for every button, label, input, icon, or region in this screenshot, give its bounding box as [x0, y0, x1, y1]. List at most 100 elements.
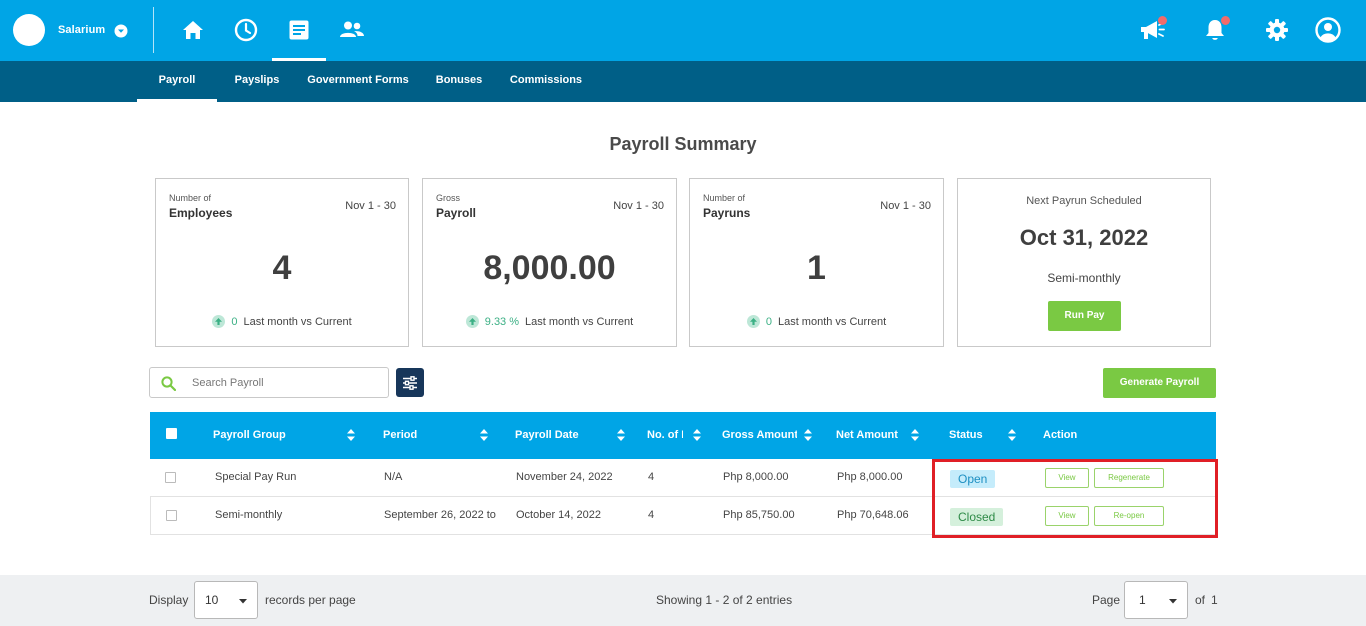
- highlight-annotation: [932, 459, 1218, 538]
- search-input[interactable]: [192, 375, 382, 391]
- sort-icon[interactable]: [616, 428, 626, 442]
- tab-bonuses[interactable]: Bonuses: [428, 61, 490, 102]
- sort-icon[interactable]: [803, 428, 813, 442]
- company-name[interactable]: Salarium: [58, 24, 105, 36]
- display-label: Display: [149, 593, 189, 607]
- card-date-range: Nov 1 - 30: [880, 200, 931, 212]
- cell-gross-amount: Php 85,750.00: [723, 509, 795, 521]
- card-value: 8,000.00: [483, 249, 616, 287]
- row-checkbox[interactable]: [166, 510, 177, 521]
- total-pages: 1: [1211, 593, 1218, 607]
- column-payroll-group[interactable]: Payroll Group: [213, 412, 333, 459]
- cell-period: September 26, 2022 to: [384, 509, 496, 521]
- of-label: of: [1195, 593, 1206, 607]
- sort-icon[interactable]: [910, 428, 920, 442]
- card-change: 0 Last month vs Current: [690, 315, 943, 328]
- gear-icon[interactable]: [1263, 16, 1291, 44]
- run-pay-button[interactable]: Run Pay: [1048, 301, 1121, 331]
- card-change-value: 0: [231, 315, 238, 328]
- card-change-text: Last month vs Current: [525, 315, 634, 328]
- cell-net-amount: Php 8,000.00: [837, 471, 903, 483]
- card-small-label: Number of: [703, 193, 746, 203]
- cell-gross-amount: Php 8,000.00: [723, 471, 789, 483]
- card-change: 0 Last month vs Current: [156, 315, 408, 328]
- card-label: Payruns: [703, 206, 751, 220]
- row-checkbox[interactable]: [165, 472, 176, 483]
- card-change-value: 9.33 %: [484, 315, 520, 328]
- tab-payroll[interactable]: Payroll: [137, 61, 217, 102]
- filter-button[interactable]: [396, 368, 424, 397]
- chevron-down-icon[interactable]: [114, 24, 128, 38]
- search-box: [149, 367, 389, 398]
- card-change-text: Last month vs Current: [243, 315, 352, 328]
- next-payrun-frequency: Semi-monthly: [1047, 271, 1121, 285]
- page-title: Payroll Summary: [609, 134, 757, 154]
- card-label: Payroll: [436, 206, 477, 220]
- entries-summary: Showing 1 - 2 of 2 entries: [656, 593, 793, 607]
- card-small-label: Gross: [436, 193, 461, 203]
- column-status[interactable]: Status: [949, 412, 999, 459]
- cell-payroll-group: Special Pay Run: [215, 471, 297, 483]
- column-gross-amount[interactable]: Gross Amount: [722, 412, 797, 459]
- table-header: Payroll Group Period Payroll Date No. of…: [150, 412, 1216, 459]
- cell-employee-count: 4: [648, 471, 655, 483]
- card-change-value: 0: [765, 315, 772, 328]
- user-icon[interactable]: [1314, 16, 1342, 44]
- page-select[interactable]: 1: [1124, 581, 1188, 619]
- caret-down-icon: [1169, 599, 1177, 604]
- records-per-page-select[interactable]: 10: [194, 581, 258, 619]
- card-small-label: Number of: [169, 193, 212, 203]
- records-per-page-label: records per page: [265, 593, 356, 607]
- column-period[interactable]: Period: [383, 412, 473, 459]
- tab-government-forms[interactable]: Government Forms: [302, 61, 414, 102]
- card-value: 4: [272, 249, 292, 287]
- card-change: 9.33 % Last month vs Current: [423, 315, 676, 328]
- gross-payroll-card: Gross Payroll Nov 1 - 30 8,000.00 9.33 %…: [422, 178, 677, 347]
- column-employee-count[interactable]: No. of E: [647, 412, 683, 459]
- sort-icon[interactable]: [346, 428, 356, 442]
- search-icon: [161, 376, 176, 391]
- page-value: 1: [1139, 593, 1146, 607]
- page-label: Page: [1092, 593, 1121, 607]
- employees-card: Number of Employees Nov 1 - 30 4 0 Last …: [155, 178, 409, 347]
- cell-payroll-date: October 14, 2022: [516, 509, 602, 521]
- records-per-page-value: 10: [205, 593, 219, 607]
- notification-dot: [1158, 16, 1167, 25]
- arrow-up-icon: [465, 315, 479, 328]
- select-all-checkbox[interactable]: [166, 428, 177, 439]
- table-footer: Display 10 records per page Showing 1 - …: [0, 575, 1366, 626]
- column-action: Action: [1043, 429, 1078, 441]
- next-payrun-label: Next Payrun Scheduled: [1026, 195, 1142, 207]
- document-icon[interactable]: [286, 17, 312, 43]
- sort-icon[interactable]: [1007, 428, 1017, 442]
- next-payrun-date: Oct 31, 2022: [1019, 225, 1149, 250]
- sort-icon[interactable]: [479, 428, 489, 442]
- sort-icon[interactable]: [692, 428, 702, 442]
- column-payroll-date[interactable]: Payroll Date: [515, 412, 610, 459]
- card-date-range: Nov 1 - 30: [345, 200, 396, 212]
- column-net-amount[interactable]: Net Amount: [836, 412, 908, 459]
- caret-down-icon: [239, 599, 247, 604]
- people-icon[interactable]: [339, 17, 365, 43]
- sliders-icon: [403, 375, 417, 390]
- arrow-up-icon: [746, 315, 760, 328]
- card-label: Employees: [169, 206, 233, 220]
- card-value: 1: [807, 249, 826, 287]
- notification-dot: [1221, 16, 1230, 25]
- arrow-up-icon: [212, 315, 226, 328]
- tab-commissions[interactable]: Commissions: [504, 61, 588, 102]
- sub-navigation: Payroll Payslips Government Forms Bonuse…: [0, 61, 1366, 102]
- divider: [153, 7, 154, 53]
- company-logo[interactable]: [13, 14, 45, 46]
- home-icon[interactable]: [180, 17, 206, 43]
- generate-payroll-button[interactable]: Generate Payroll: [1103, 368, 1216, 398]
- clock-icon[interactable]: [233, 17, 259, 43]
- payruns-card: Number of Payruns Nov 1 - 30 1 0 Last mo…: [689, 178, 944, 347]
- next-payrun-card: Next Payrun Scheduled Oct 31, 2022 Semi-…: [957, 178, 1211, 347]
- top-bar: Salarium: [0, 0, 1366, 61]
- cell-net-amount: Php 70,648.06: [837, 509, 909, 521]
- cell-payroll-group: Semi-monthly: [215, 509, 283, 521]
- card-date-range: Nov 1 - 30: [613, 200, 664, 212]
- tab-payslips[interactable]: Payslips: [226, 61, 288, 102]
- cell-payroll-date: November 24, 2022: [516, 471, 613, 483]
